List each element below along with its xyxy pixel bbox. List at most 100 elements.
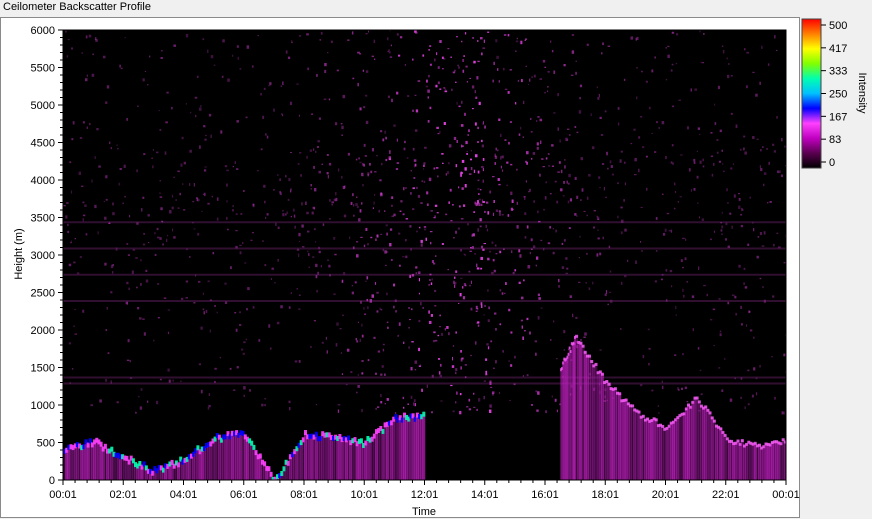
noise-speck: [377, 350, 381, 353]
noise-speck: [445, 213, 448, 216]
noise-speck: [173, 176, 176, 179]
noise-speck: [782, 411, 785, 415]
noise-speck: [760, 167, 763, 172]
noise-speck: [645, 80, 648, 83]
noise-speck: [533, 200, 536, 203]
noise-speck: [403, 341, 405, 344]
noise-speck: [407, 95, 410, 97]
noise-speck: [759, 277, 762, 280]
noise-speck: [373, 336, 376, 339]
noise-speck: [116, 144, 118, 146]
noise-speck: [85, 78, 88, 82]
noise-speck: [356, 254, 359, 258]
noise-speck: [551, 144, 554, 147]
noise-speck: [219, 356, 222, 359]
noise-speck: [408, 307, 410, 309]
colorbar-tick-label: 83: [829, 134, 841, 146]
noise-speck: [716, 139, 719, 141]
layer-core: [267, 466, 271, 472]
noise-speck: [568, 134, 571, 136]
noise-speck: [224, 282, 227, 285]
noise-speck: [68, 263, 72, 267]
noise-speck: [562, 195, 565, 197]
noise-speck: [545, 157, 548, 160]
noise-speck: [539, 173, 541, 177]
noise-speck: [70, 241, 72, 244]
noise-speck: [157, 283, 160, 285]
noise-speck: [502, 350, 504, 353]
noise-speck: [506, 161, 509, 164]
noise-speck: [357, 385, 360, 388]
noise-speck: [472, 37, 474, 39]
noise-speck: [551, 395, 553, 398]
noise-speck: [251, 232, 254, 234]
noise-stripe: [63, 376, 786, 379]
noise-speck: [556, 409, 558, 413]
y-tick-label: 5500: [31, 63, 55, 75]
noise-speck: [290, 152, 292, 153]
noise-speck: [74, 308, 76, 311]
noise-speck: [727, 202, 729, 204]
noise-speck: [209, 329, 211, 333]
noise-speck: [143, 332, 146, 336]
noise-speck: [365, 227, 368, 231]
noise-speck: [328, 218, 331, 220]
noise-speck: [701, 218, 704, 221]
noise-speck: [693, 158, 696, 162]
noise-speck: [310, 346, 312, 348]
noise-speck: [367, 243, 369, 246]
noise-speck: [743, 267, 746, 270]
noise-speck: [706, 293, 708, 297]
noise-speck: [654, 280, 657, 283]
noise-speck: [470, 354, 473, 357]
noise-speck: [279, 178, 281, 181]
noise-speck: [482, 168, 484, 172]
noise-speck: [289, 407, 291, 411]
noise-speck: [455, 270, 458, 273]
noise-speck: [492, 258, 495, 262]
noise-speck: [412, 147, 415, 151]
noise-speck: [173, 236, 176, 239]
colorbar-label: Intensity: [856, 73, 868, 114]
noise-speck: [318, 170, 321, 174]
x-axis-label: Time: [412, 506, 436, 518]
noise-speck: [232, 166, 234, 168]
noise-speck: [680, 154, 683, 156]
colorbar: Intensity 500417333250167830: [801, 18, 868, 169]
noise-speck: [547, 242, 551, 245]
noise-speck: [494, 312, 497, 315]
noise-speck: [521, 79, 523, 83]
noise-speck: [675, 62, 678, 65]
noise-speck: [503, 67, 505, 71]
noise-speck: [263, 87, 266, 90]
noise-speck: [480, 203, 483, 206]
noise-speck: [226, 216, 228, 220]
noise-speck: [477, 126, 479, 130]
noise-speck: [508, 308, 511, 312]
noise-speck: [360, 236, 363, 238]
noise-speck: [561, 266, 565, 269]
noise-speck: [748, 310, 751, 313]
noise-speck: [398, 232, 401, 235]
noise-speck: [747, 369, 750, 372]
noise-speck: [443, 87, 446, 89]
noise-speck: [455, 164, 458, 168]
noise-speck: [564, 165, 566, 169]
noise-speck: [476, 408, 478, 411]
layer-core: [721, 430, 725, 434]
noise-speck: [477, 324, 480, 327]
noise-speck: [523, 279, 525, 282]
noise-speck: [561, 242, 564, 245]
noise-speck: [397, 334, 399, 337]
noise-speck: [580, 199, 582, 201]
noise-speck: [544, 92, 546, 94]
noise-speck: [84, 204, 87, 207]
noise-speck: [216, 217, 219, 221]
noise-speck: [361, 334, 364, 338]
noise-speck: [535, 264, 537, 267]
noise-speck: [485, 370, 488, 374]
noise-speck: [742, 209, 744, 211]
noise-speck: [437, 81, 440, 85]
noise-speck: [469, 77, 471, 79]
y-tick-label: 2000: [31, 325, 55, 337]
